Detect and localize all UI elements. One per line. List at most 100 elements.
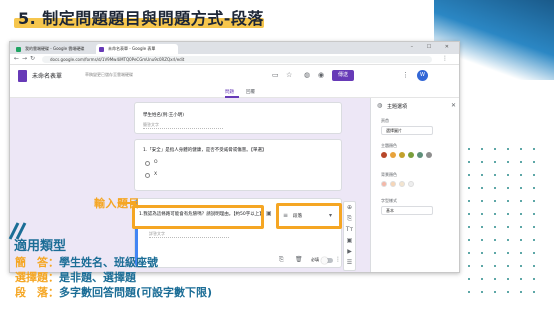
question-title-input[interactable]: 1.我認為這條路可能會有危險嗎？請說明理由。【約50字以上】	[132, 205, 264, 229]
decor-dot	[481, 148, 483, 150]
reload-icon[interactable]: ↻	[30, 55, 35, 62]
star-icon[interactable]: ☆	[286, 71, 292, 79]
drive-icon	[16, 47, 21, 52]
bg-color-swatch[interactable]	[390, 181, 396, 187]
decor-dot	[481, 239, 483, 241]
decor-dot	[494, 239, 496, 241]
question-card-safety[interactable]: 1.「安全」是指人身體的健康，是否不受威脅或傷害。【單選】 O X	[134, 139, 342, 191]
forms-header: 未命名表單 草稿變更已儲存至雲端硬碟 ▭ ☆ ◍ ◉ 傳送 ⋮ W	[10, 65, 459, 87]
choose-header-image-button[interactable]: 選擇圖片	[381, 126, 433, 135]
bg-color-swatch[interactable]	[408, 181, 414, 187]
decor-dot	[494, 278, 496, 280]
decor-dot	[494, 174, 496, 176]
decor-dot	[507, 174, 509, 176]
folder-icon[interactable]: ▭	[272, 71, 279, 79]
back-icon[interactable]: ←	[14, 55, 19, 62]
close-icon[interactable]: ✕	[451, 102, 456, 109]
decor-dot	[481, 213, 483, 215]
required-toggle[interactable]	[321, 257, 333, 264]
browser-tab-drive[interactable]: 我的雲端硬碟 - Google 雲端硬碟	[13, 44, 95, 54]
add-section-icon[interactable]: ☰	[344, 257, 355, 268]
theme-color-swatch[interactable]	[399, 152, 405, 158]
decor-dot	[533, 265, 535, 267]
font-style-select[interactable]: 基本	[381, 206, 433, 215]
decor-dot	[481, 226, 483, 228]
decor-dot	[533, 252, 535, 254]
browser-tab-forms[interactable]: 未命名表單 - Google 表單	[96, 44, 178, 54]
decor-dot	[520, 291, 522, 293]
decor-dot	[507, 278, 509, 280]
decor-dot	[507, 213, 509, 215]
forward-icon[interactable]: →	[22, 55, 27, 62]
type-value: 學生姓名、班級座號	[59, 256, 158, 269]
radio-option[interactable]	[145, 173, 150, 178]
question-card-name[interactable]: 學生姓名(例:王小明) 簡答文字	[134, 102, 342, 134]
option-label: O	[154, 160, 158, 165]
option-label: X	[154, 172, 158, 177]
decor-dot	[520, 187, 522, 189]
theme-panel-title: 主題選項	[387, 104, 408, 110]
decor-dot	[494, 148, 496, 150]
floating-toolbar: ⊕ ⎘ Tт ▣ ▶ ☰	[343, 201, 356, 271]
question-type-select[interactable]: ≡ 段落 ▾	[276, 203, 342, 229]
decor-dot	[520, 148, 522, 150]
decor-dot	[481, 265, 483, 267]
bg-color-swatch[interactable]	[381, 181, 387, 187]
slide-title: 5. 制定問題題目與問題方式-段落	[18, 9, 264, 28]
more-options-icon[interactable]: ⋮	[335, 256, 341, 263]
avatar[interactable]: W	[417, 70, 428, 81]
url-input[interactable]: docs.google.com/forms/d/1V9Mw4iMTQ0PeCGm…	[42, 56, 432, 63]
decor-dot	[494, 200, 496, 202]
theme-color-swatch[interactable]	[381, 152, 387, 158]
copy-icon[interactable]: ⎘	[279, 256, 284, 264]
add-image-icon[interactable]: ▣	[344, 235, 355, 246]
browser-tab-drive-label: 我的雲端硬碟 - Google 雲端硬碟	[25, 46, 85, 51]
decor-dot	[481, 161, 483, 163]
decor-dot	[520, 226, 522, 228]
theme-panel: ◍ 主題選項 ✕ 頁首 選擇圖片 主題顏色 背景顏色 字型樣式 基本	[370, 98, 459, 272]
decor-dot	[468, 213, 470, 215]
tab-questions[interactable]: 問題	[225, 89, 234, 95]
import-questions-icon[interactable]: ⎘	[344, 213, 355, 224]
decor-dot	[494, 161, 496, 163]
chevron-down-icon: ▾	[329, 212, 333, 219]
delete-icon[interactable]: 🗑	[295, 256, 303, 263]
add-title-icon[interactable]: Tт	[344, 224, 355, 235]
palette-icon[interactable]: ◍	[304, 71, 310, 79]
menu-dots-icon[interactable]: ⋮	[442, 55, 448, 62]
radio-option[interactable]	[145, 161, 150, 166]
decor-dot	[481, 174, 483, 176]
add-video-icon[interactable]: ▶	[344, 246, 355, 257]
theme-color-swatch[interactable]	[408, 152, 414, 158]
question-type-value: 段落	[293, 214, 302, 219]
add-question-icon[interactable]: ⊕	[344, 202, 355, 213]
decor-dot	[520, 239, 522, 241]
decor-dot	[520, 174, 522, 176]
decor-dot	[468, 200, 470, 202]
decor-dot	[507, 239, 509, 241]
decor-dot	[507, 252, 509, 254]
tab-responses[interactable]: 回覆	[246, 89, 255, 95]
font-style-label: 字型樣式	[381, 198, 397, 203]
question-title-text: 1.我認為這條路可能會有危險嗎？請說明理由。【約50字以上】	[139, 212, 264, 217]
slash-decoration-icon	[8, 222, 27, 240]
bg-color-swatch[interactable]	[399, 181, 405, 187]
theme-color-swatch[interactable]	[417, 152, 423, 158]
window-controls[interactable]: – ☐ ✕	[411, 44, 455, 50]
decor-dot	[507, 265, 509, 267]
decor-dot	[494, 265, 496, 267]
theme-color-swatch[interactable]	[426, 152, 432, 158]
more-menu-icon[interactable]: ⋮	[402, 71, 409, 79]
palette-icon: ◍	[377, 102, 383, 109]
decor-dot	[520, 200, 522, 202]
required-label: 必填	[311, 257, 319, 262]
theme-color-swatch[interactable]	[390, 152, 396, 158]
type-key: 段 落：	[15, 286, 59, 299]
preview-eye-icon[interactable]: ◉	[318, 71, 324, 79]
form-tabs: 問題 回覆	[10, 87, 459, 98]
send-button[interactable]: 傳送	[332, 70, 354, 81]
image-icon[interactable]: ▣	[266, 210, 272, 217]
decor-dot	[494, 213, 496, 215]
short-answer-hint: 簡答文字	[143, 122, 223, 129]
form-name[interactable]: 未命名表單	[32, 71, 62, 80]
